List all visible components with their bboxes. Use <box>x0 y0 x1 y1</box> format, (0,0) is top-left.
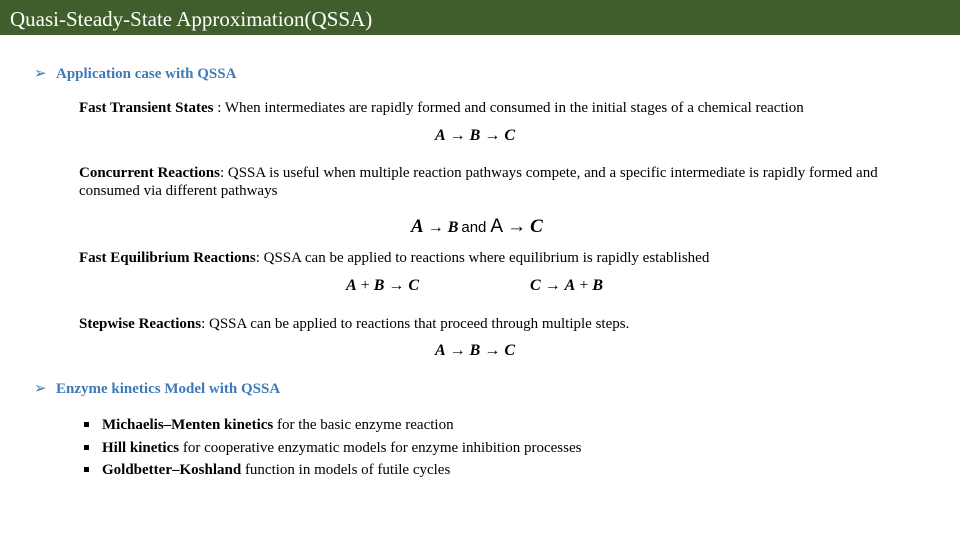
equation-1: A → B → C <box>435 127 515 145</box>
arrow-icon: → <box>427 219 444 236</box>
arrow-icon: → <box>449 342 466 359</box>
paragraph-fast-equilibrium: Fast Equilibrium Reactions: QSSA can be … <box>79 249 919 267</box>
eq-symbol: C <box>530 277 541 294</box>
list-item: Michaelis–Menten kinetics for the basic … <box>84 414 581 437</box>
arrow-bullet-icon: ➢ <box>34 381 47 397</box>
arrow-icon: → <box>507 216 527 237</box>
section-heading-text: Application case with QSSA <box>56 66 237 82</box>
paragraph-stepwise: Stepwise Reactions: QSSA can be applied … <box>79 315 919 333</box>
eq-symbol: C <box>408 277 420 294</box>
list-item-text: for the basic enzyme reaction <box>273 417 454 433</box>
equation-2: A → Band A → C <box>411 216 543 238</box>
equation-3: A + B → C <box>346 277 419 295</box>
paragraph-text: : QSSA can be applied to reactions that … <box>201 316 630 332</box>
eq-symbol: C <box>504 127 516 144</box>
eq-symbol: B <box>373 277 385 294</box>
eq-symbol: B <box>469 127 481 144</box>
title-bar: Quasi-Steady-State Approximation(QSSA) <box>0 0 960 35</box>
term-label: Hill kinetics <box>102 439 180 456</box>
square-bullet-icon <box>84 467 89 473</box>
list-item-text: function in models of futile cycles <box>241 462 451 478</box>
equation-4: C → A + B <box>530 277 603 295</box>
plus-sign: + <box>579 277 589 294</box>
eq-symbol: A <box>346 277 357 294</box>
eq-symbol: A <box>435 342 446 359</box>
paragraph-concurrent: Concurrent Reactions: QSSA is useful whe… <box>79 164 919 200</box>
paragraph-fast-transient: Fast Transient States : When intermediat… <box>79 99 919 117</box>
square-bullet-icon <box>84 444 89 450</box>
eq-symbol: C <box>530 216 543 237</box>
eq-symbol: A <box>490 216 504 237</box>
eq-symbol: B <box>592 277 604 294</box>
arrow-icon: → <box>484 342 501 359</box>
arrow-icon: → <box>388 277 405 294</box>
enzyme-model-list: Michaelis–Menten kinetics for the basic … <box>84 414 581 482</box>
list-item: Goldbetter–Koshland function in models o… <box>84 459 581 482</box>
eq-symbol: C <box>504 342 516 359</box>
section-heading-text: Enzyme kinetics Model with QSSA <box>56 381 281 397</box>
eq-conjunction: and <box>461 219 487 236</box>
arrow-bullet-icon: ➢ <box>34 66 47 82</box>
paragraph-text: : When intermediates are rapidly formed … <box>213 100 804 116</box>
term-label: Fast Equilibrium Reactions <box>79 250 256 266</box>
term-label: Goldbetter–Koshland <box>102 462 242 478</box>
paragraph-text: : QSSA can be applied to reactions where… <box>255 250 710 266</box>
section-heading-application: ➢ Application case with QSSA <box>34 64 236 83</box>
term-label: Stepwise Reactions <box>79 316 202 332</box>
term-label: Fast Transient States <box>79 100 214 116</box>
list-item-text: for cooperative enzymatic models for enz… <box>179 439 582 456</box>
arrow-icon: → <box>544 277 561 294</box>
section-heading-enzyme: ➢ Enzyme kinetics Model with QSSA <box>34 379 280 398</box>
plus-sign: + <box>360 277 370 294</box>
list-item: Hill kinetics for cooperative enzymatic … <box>84 437 581 460</box>
equation-5: A → B → C <box>435 342 515 360</box>
square-bullet-icon <box>84 422 89 428</box>
eq-symbol: A <box>411 216 424 237</box>
slide-title: Quasi-Steady-State Approximation(QSSA) <box>10 7 373 31</box>
term-label: Michaelis–Menten kinetics <box>102 417 274 433</box>
eq-symbol: B <box>447 219 459 236</box>
eq-symbol: B <box>469 342 481 359</box>
arrow-icon: → <box>484 127 501 144</box>
eq-symbol: A <box>564 277 576 294</box>
term-label: Concurrent Reactions <box>79 165 220 181</box>
arrow-icon: → <box>449 127 466 144</box>
eq-symbol: A <box>435 127 446 144</box>
